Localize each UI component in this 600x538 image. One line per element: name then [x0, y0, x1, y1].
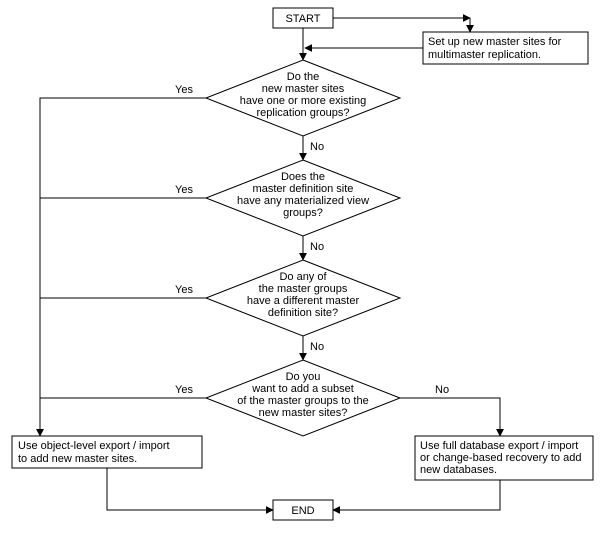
flowchart: START Set up new master sites for multim…	[0, 0, 600, 538]
d2-l4: groups?	[283, 207, 323, 219]
d1-l2: new master sites	[262, 83, 345, 95]
d3-l1: Do any of	[279, 271, 327, 283]
edge-d4-no	[400, 398, 500, 435]
d2-l1: Does the	[281, 171, 325, 183]
pR-l3: new databases.	[420, 464, 497, 476]
d4-l2: want to add a subset	[251, 383, 354, 395]
d4-yes-label: Yes	[175, 384, 193, 396]
d1-l4: replication groups?	[257, 107, 350, 119]
d2-no-label: No	[310, 241, 324, 253]
d1-no-label: No	[310, 141, 324, 153]
setup-text-1: Set up new master sites for	[428, 36, 562, 48]
d4-no-label: No	[435, 384, 449, 396]
start-label: START	[285, 13, 320, 25]
d1-yes-label: Yes	[175, 84, 193, 96]
d2-l3: have any materialized view	[237, 195, 369, 207]
pR-l1: Use full database export / import	[420, 440, 578, 452]
end-label: END	[291, 505, 314, 517]
d3-no-label: No	[310, 341, 324, 353]
d3-l3: have a different master	[247, 295, 360, 307]
d4-l1: Do you	[286, 371, 321, 383]
pL-l1: Use object-level export / import	[18, 440, 170, 452]
d4-l3: of the master groups to the	[237, 395, 368, 407]
d3-yes-label: Yes	[175, 284, 193, 296]
d1-l1: Do the	[287, 71, 319, 83]
setup-text-2: multimaster replication.	[428, 49, 541, 61]
pR-l2: or change-based recovery to add	[420, 452, 581, 464]
pL-l2: to add new master sites.	[18, 453, 137, 465]
edge-pR-end	[336, 480, 500, 510]
d3-l2: the master groups	[259, 283, 348, 295]
d3-l4: definition site?	[268, 307, 338, 319]
d4-l4: new master sites?	[259, 407, 348, 419]
d2-yes-label: Yes	[175, 184, 193, 196]
d2-l2: master definition site	[253, 183, 354, 195]
edge-pL-end	[107, 468, 270, 510]
d1-l3: have one or more existing	[240, 95, 367, 107]
